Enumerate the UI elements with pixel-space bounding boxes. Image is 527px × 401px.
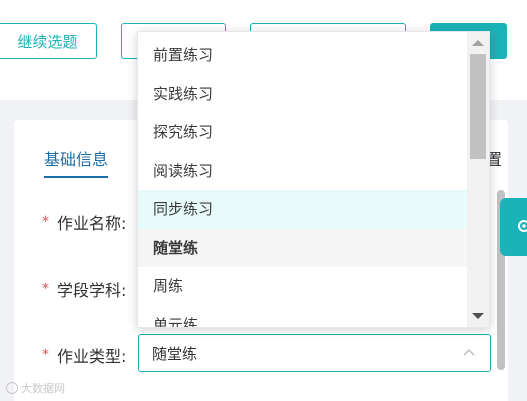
homework-type-value: 随堂练 (152, 344, 198, 363)
floating-side-button[interactable] (500, 198, 527, 256)
homework-type-label-text: 作业类型: (57, 347, 127, 366)
type-dropdown-menu: 前置练习 实践练习 探究练习 阅读练习 同步练习 随堂练 周练 单元练 (137, 31, 490, 328)
stage-subject-label-text: 学段学科: (57, 281, 127, 300)
tab-basic-info[interactable]: 基础信息 (44, 146, 109, 178)
dropdown-option[interactable]: 周练 (138, 267, 468, 306)
continue-select-button[interactable]: 继续选题 (0, 23, 97, 59)
required-asterisk: * (42, 281, 49, 297)
dropdown-option[interactable]: 探究练习 (138, 113, 468, 152)
required-asterisk: * (42, 347, 49, 363)
dropdown-option[interactable]: 阅读练习 (138, 152, 468, 191)
watermark: 大数据网 (6, 380, 65, 396)
homework-type-label: * 作业类型: (42, 343, 126, 367)
dropdown-option[interactable]: 实践练习 (138, 75, 468, 114)
dropdown-scrollbar[interactable] (467, 32, 489, 327)
dropdown-option[interactable]: 单元练 (138, 306, 468, 328)
settings-icon (518, 220, 527, 232)
required-asterisk: * (42, 214, 49, 230)
dropdown-options-list: 前置练习 实践练习 探究练习 阅读练习 同步练习 随堂练 周练 单元练 (138, 36, 468, 328)
homework-name-label-text: 作业名称: (57, 214, 127, 233)
dropdown-option[interactable]: 同步练习 (138, 190, 468, 229)
homework-type-select[interactable]: 随堂练 (138, 334, 491, 372)
homework-name-label: * 作业名称: (42, 210, 126, 234)
chevron-up-icon (463, 349, 475, 356)
dropdown-option[interactable]: 随堂练 (138, 228, 468, 267)
stage-subject-label: * 学段学科: (42, 277, 126, 301)
dropdown-option[interactable]: 前置练习 (138, 36, 468, 75)
scroll-up-arrow-icon[interactable] (472, 40, 484, 46)
screen: 继续选题 基础信息 置 * 作业名称: * 学段学科: * 作业类型: 随堂练 (0, 0, 527, 401)
scroll-down-arrow-icon[interactable] (472, 313, 484, 319)
dropdown-scrollbar-thumb[interactable] (470, 54, 486, 159)
watermark-text: 大数据网 (21, 382, 65, 395)
watermark-logo-icon (6, 382, 18, 394)
